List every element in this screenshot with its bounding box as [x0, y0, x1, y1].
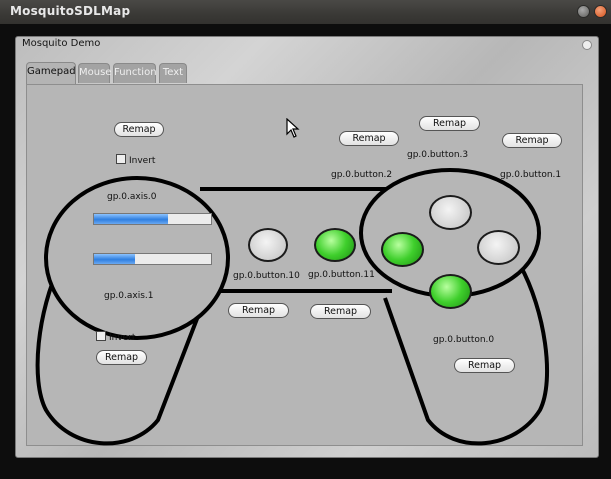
button11-label: gp.0.button.11 — [308, 270, 375, 280]
button0-label: gp.0.button.0 — [433, 335, 495, 345]
button3-indicator — [429, 195, 472, 230]
invert-axis0-label: Invert — [129, 156, 156, 166]
mouse-cursor-icon — [286, 118, 300, 138]
button0-indicator — [429, 274, 472, 309]
invert-axis0-checkbox[interactable] — [116, 154, 126, 164]
button2-label: gp.0.button.2 — [331, 170, 393, 180]
axis0-progress-bar — [93, 213, 212, 225]
remap-axis1-button[interactable]: Remap — [96, 350, 147, 365]
invert-axis0-row[interactable]: Invert — [116, 154, 155, 166]
button1-indicator — [477, 230, 520, 265]
axis0-label: gp.0.axis.0 — [107, 192, 157, 202]
remap-axis0-button[interactable]: Remap — [114, 122, 164, 137]
button2-indicator — [381, 232, 424, 267]
invert-axis1-label: Invert — [109, 333, 136, 343]
remap-button3-button[interactable]: Remap — [419, 116, 480, 131]
gamepad-outline — [35, 168, 550, 446]
invert-axis1-row[interactable]: Invert — [96, 331, 135, 343]
remap-button1-button[interactable]: Remap — [502, 133, 562, 148]
axis0-progress-fill — [94, 214, 168, 224]
button10-indicator — [248, 228, 288, 262]
axis1-label: gp.0.axis.1 — [104, 291, 154, 301]
axis1-progress-bar — [93, 253, 212, 265]
remap-button10-button[interactable]: Remap — [228, 303, 289, 318]
axis1-progress-fill — [94, 254, 135, 264]
remap-button11-button[interactable]: Remap — [310, 304, 371, 319]
remap-button2-button[interactable]: Remap — [339, 131, 399, 146]
button3-label: gp.0.button.3 — [407, 150, 469, 160]
button10-label: gp.0.button.10 — [233, 271, 300, 281]
remap-button0-button[interactable]: Remap — [454, 358, 515, 373]
button11-indicator — [314, 228, 356, 262]
invert-axis1-checkbox[interactable] — [96, 331, 106, 341]
button1-label: gp.0.button.1 — [500, 170, 562, 180]
